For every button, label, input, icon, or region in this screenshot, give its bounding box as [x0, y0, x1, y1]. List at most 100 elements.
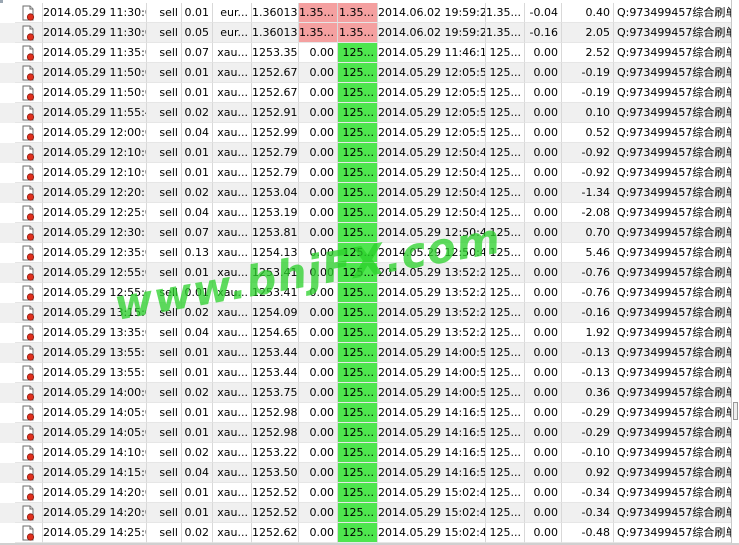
symbol-cell: xau... — [213, 203, 252, 223]
profit-cell: -0.29 — [562, 403, 614, 423]
table-row[interactable]: 2014.05.29 11:50:02sell0.01xau...1252.67… — [0, 63, 739, 83]
table-row[interactable]: 2014.05.29 14:05:02sell0.01xau...1252.98… — [0, 403, 739, 423]
size-cell: 0.01 — [182, 503, 213, 523]
size-cell: 0.04 — [182, 323, 213, 343]
open-price-cell: 1253.44 — [252, 343, 299, 363]
table-row[interactable]: 2014.05.29 12:10:08sell0.01xau...1252.79… — [0, 143, 739, 163]
size-cell: 0.01 — [182, 483, 213, 503]
open-price-cell: 1252.52 — [252, 483, 299, 503]
close-time-cell: 2014.05.29 12:05:50 — [378, 63, 486, 83]
close-time-cell: 2014.05.29 12:05:50 — [378, 103, 486, 123]
table-row[interactable]: 2014.05.29 12:10:08sell0.01xau...1252.79… — [0, 163, 739, 183]
table-row[interactable]: 2014.05.29 11:35:04sell0.07xau...1253.35… — [0, 43, 739, 63]
table-row[interactable]: 2014.05.29 12:35:01sell0.13xau...1254.13… — [0, 243, 739, 263]
table-row[interactable]: 2014.05.29 13:35:04sell0.04xau...1254.65… — [0, 323, 739, 343]
row-icon-cell — [15, 383, 43, 403]
symbol-cell: xau... — [213, 423, 252, 443]
table-row[interactable]: 2014.05.29 14:20:02sell0.01xau...1252.52… — [0, 483, 739, 503]
order-document-icon — [22, 445, 35, 461]
close-time-cell: 2014.05.29 12:05:50 — [378, 83, 486, 103]
commission-cell: 0.00 — [525, 243, 562, 263]
table-row[interactable]: 2014.05.29 14:25:02sell0.02xau...1252.62… — [0, 523, 739, 543]
table-row[interactable]: 2014.05.29 12:25:01sell0.04xau...1253.19… — [0, 203, 739, 223]
stop-loss-cell: 0.00 — [299, 383, 338, 403]
size-cell: 0.02 — [182, 523, 213, 543]
size-cell: 0.01 — [182, 423, 213, 443]
commission-cell: 0.00 — [525, 223, 562, 243]
open-price-cell: 1253.44 — [252, 363, 299, 383]
table-row[interactable]: 2014.05.29 14:20:02sell0.01xau...1252.52… — [0, 503, 739, 523]
row-icon-cell — [15, 443, 43, 463]
type-cell: sell — [147, 183, 182, 203]
size-cell: 0.02 — [182, 183, 213, 203]
vertical-scrollbar[interactable] — [731, 0, 739, 545]
table-row[interactable]: 2014.05.29 12:55:01sell0.01xau...1253.41… — [0, 283, 739, 303]
open-time-cell: 2014.05.29 14:15:01 — [43, 463, 147, 483]
table-row[interactable]: 2014.05.29 11:30:02sell0.05eur...1.36013… — [0, 23, 739, 43]
table-row[interactable]: 2014.05.29 12:55:01sell0.01xau...1253.41… — [0, 263, 739, 283]
row-icon-cell — [15, 223, 43, 243]
open-time-cell: 2014.05.29 11:35:04 — [43, 43, 147, 63]
close-time-cell: 2014.05.29 11:46:11 — [378, 43, 486, 63]
scrollbar-thumb[interactable] — [733, 402, 738, 420]
commission-cell: 0.00 — [525, 63, 562, 83]
open-price-cell: 1253.41 — [252, 283, 299, 303]
comment-cell: Q:973499457综合刷单 — [614, 183, 732, 203]
size-cell: 0.01 — [182, 143, 213, 163]
table-row[interactable]: 2014.05.29 12:00:01sell0.04xau...1252.99… — [0, 123, 739, 143]
order-document-icon — [22, 5, 35, 21]
take-profit-cell: 125... — [338, 383, 378, 403]
stop-loss-cell: 0.00 — [299, 403, 338, 423]
symbol-cell: xau... — [213, 443, 252, 463]
type-cell: sell — [147, 63, 182, 83]
symbol-cell: xau... — [213, 63, 252, 83]
row-icon-cell — [15, 123, 43, 143]
order-document-icon — [22, 265, 35, 281]
open-price-cell: 1254.65 — [252, 323, 299, 343]
take-profit-cell: 125... — [338, 123, 378, 143]
stop-loss-cell: 1.35... — [299, 3, 338, 23]
take-profit-cell: 125... — [338, 103, 378, 123]
stop-loss-cell: 0.00 — [299, 443, 338, 463]
open-time-cell: 2014.05.29 13:55:12 — [43, 343, 147, 363]
open-price-cell: 1253.19 — [252, 203, 299, 223]
commission-cell: 0.00 — [525, 503, 562, 523]
open-price-cell: 1252.62 — [252, 523, 299, 543]
row-icon-cell — [15, 363, 43, 383]
open-time-cell: 2014.05.29 12:00:01 — [43, 123, 147, 143]
type-cell: sell — [147, 243, 182, 263]
table-row[interactable]: 2014.05.29 14:00:07sell0.02xau...1253.75… — [0, 383, 739, 403]
size-cell: 0.01 — [182, 63, 213, 83]
close-time-cell: 2014.05.29 14:16:50 — [378, 463, 486, 483]
size-cell: 0.07 — [182, 43, 213, 63]
comment-cell: Q:973499457综合刷单 — [614, 343, 732, 363]
close-time-cell: 2014.05.29 12:50:41 — [378, 223, 486, 243]
close-price-cell: 125... — [486, 423, 525, 443]
table-row[interactable]: 2014.05.29 14:15:01sell0.04xau...1253.50… — [0, 463, 739, 483]
table-row[interactable]: 2014.05.29 12:30:13sell0.07xau...1253.81… — [0, 223, 739, 243]
close-price-cell: 125... — [486, 363, 525, 383]
profit-cell: -0.19 — [562, 63, 614, 83]
order-document-icon — [22, 85, 35, 101]
commission-cell: -0.16 — [525, 23, 562, 43]
open-time-cell: 2014.05.29 12:55:01 — [43, 263, 147, 283]
take-profit-cell: 125... — [338, 283, 378, 303]
table-row[interactable]: 2014.05.29 13:55:12sell0.01xau...1253.44… — [0, 343, 739, 363]
open-price-cell: 1253.41 — [252, 263, 299, 283]
close-time-cell: 2014.06.02 19:59:29 — [378, 23, 486, 43]
table-row[interactable]: 2014.05.29 11:55:43sell0.02xau...1252.91… — [0, 103, 739, 123]
table-row[interactable]: 2014.05.29 13:15:01sell0.02xau...1254.09… — [0, 303, 739, 323]
take-profit-cell: 125... — [338, 343, 378, 363]
table-row[interactable]: 2014.05.29 11:30:02sell0.01eur...1.36013… — [0, 3, 739, 23]
table-row[interactable]: 2014.05.29 14:05:02sell0.01xau...1252.98… — [0, 423, 739, 443]
commission-cell: 0.00 — [525, 43, 562, 63]
commission-cell: 0.00 — [525, 343, 562, 363]
table-row[interactable]: 2014.05.29 11:50:02sell0.01xau...1252.67… — [0, 83, 739, 103]
order-document-icon — [22, 125, 35, 141]
type-cell: sell — [147, 523, 182, 543]
type-cell: sell — [147, 363, 182, 383]
table-row[interactable]: 2014.05.29 13:55:12sell0.01xau...1253.44… — [0, 363, 739, 383]
close-price-cell: 125... — [486, 323, 525, 343]
table-row[interactable]: 2014.05.29 14:10:03sell0.02xau...1253.22… — [0, 443, 739, 463]
table-row[interactable]: 2014.05.29 12:20:12sell0.02xau...1253.04… — [0, 183, 739, 203]
